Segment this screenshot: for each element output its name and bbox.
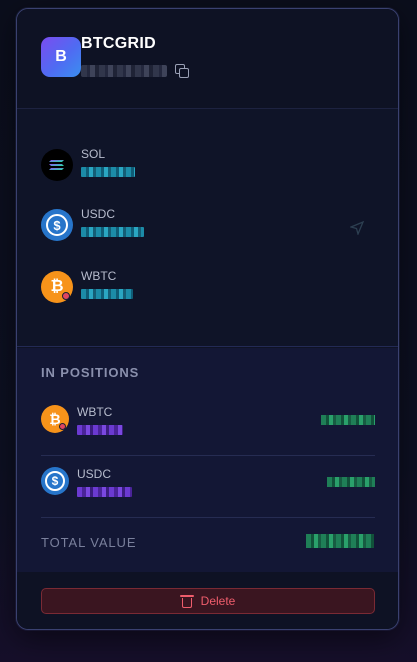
positions-section: IN POSITIONS ₿ WBTC $ USDC TOTAL VALUE	[17, 348, 398, 572]
total-value-label: TOTAL VALUE	[41, 535, 137, 550]
position-amount-redacted	[77, 425, 123, 435]
send-icon[interactable]	[350, 221, 364, 235]
divider	[41, 517, 375, 518]
asset-balance-redacted	[81, 289, 133, 299]
divider	[41, 455, 375, 456]
card-footer: Delete	[17, 572, 398, 629]
trash-icon	[179, 594, 194, 608]
copy-icon[interactable]	[175, 64, 191, 80]
wallet-assets: SOL $ USDC ₿ WBTC	[17, 109, 398, 347]
position-row-wbtc[interactable]: ₿ WBTC	[41, 405, 375, 465]
wbtc-icon: ₿	[41, 405, 69, 433]
usdc-icon: $	[41, 467, 69, 495]
asset-row-usdc: $ USDC	[41, 207, 361, 247]
delete-label: Delete	[200, 594, 236, 608]
asset-row-sol: SOL	[41, 147, 361, 187]
position-value-redacted	[327, 477, 375, 487]
total-value-redacted	[306, 534, 374, 548]
asset-symbol: WBTC	[81, 269, 117, 283]
position-symbol: WBTC	[77, 405, 113, 419]
position-amount-redacted	[77, 487, 132, 497]
usdc-icon: $	[41, 209, 73, 241]
wallet-name: BTCGRID	[81, 35, 156, 52]
asset-balance-redacted	[81, 227, 144, 237]
asset-symbol: SOL	[81, 147, 106, 161]
position-row-usdc[interactable]: $ USDC	[41, 467, 375, 527]
wallet-card: B BTCGRID SOL $ USDC ₿ WBTC IN POSITIONS…	[16, 8, 399, 630]
section-title: IN POSITIONS	[41, 365, 140, 380]
position-value-redacted	[321, 415, 375, 425]
wallet-avatar: B	[41, 37, 81, 77]
wbtc-icon: ₿	[41, 271, 73, 303]
wallet-address-redacted	[81, 65, 167, 77]
position-symbol: USDC	[77, 467, 112, 481]
asset-row-wbtc: ₿ WBTC	[41, 269, 361, 309]
asset-balance-redacted	[81, 167, 135, 177]
solana-icon	[41, 149, 73, 181]
wallet-header: B BTCGRID	[17, 9, 398, 109]
asset-symbol: USDC	[81, 207, 116, 221]
delete-button[interactable]: Delete	[41, 588, 375, 614]
